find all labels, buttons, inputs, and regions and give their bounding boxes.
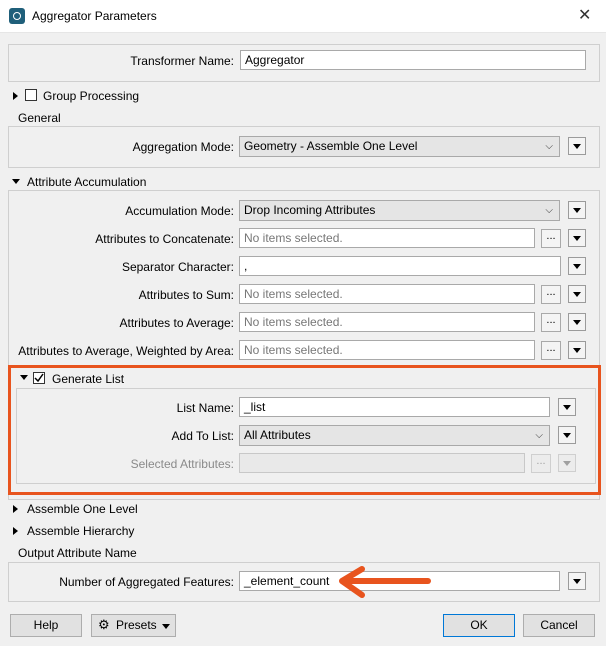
list-name-menu-button[interactable]	[558, 398, 576, 416]
concatenate-browse-button[interactable]: ...	[541, 229, 561, 248]
generate-list-title: Generate List	[52, 372, 125, 386]
transformer-name-label: Transformer Name:	[130, 54, 234, 68]
presets-label: Presets	[116, 618, 157, 632]
checkmark-icon	[34, 373, 44, 383]
selected-attributes-label: Selected Attributes:	[130, 457, 234, 471]
window-title: Aggregator Parameters	[32, 9, 157, 23]
list-name-label: List Name:	[176, 401, 234, 415]
selected-attributes-browse-button[interactable]: ...	[531, 454, 551, 473]
generate-list-checkbox[interactable]	[33, 372, 45, 384]
aggregation-mode-select[interactable]: Geometry - Assemble One Level ⌵	[239, 136, 560, 157]
separator-label: Separator Character:	[121, 260, 234, 274]
accumulation-mode-value: Drop Incoming Attributes	[244, 203, 376, 217]
transformer-name-input[interactable]: Aggregator	[240, 50, 586, 70]
concatenate-menu-button[interactable]	[568, 229, 586, 247]
aggregation-mode-value: Geometry - Assemble One Level	[244, 139, 418, 153]
ok-button[interactable]: OK	[443, 614, 515, 637]
sum-field[interactable]: No items selected.	[239, 284, 535, 304]
collapse-attribute-accumulation-icon[interactable]	[12, 179, 20, 184]
concatenate-label: Attributes to Concatenate:	[95, 232, 234, 246]
general-section-title: General	[18, 111, 61, 125]
expand-assemble-one-level-icon[interactable]	[13, 505, 18, 513]
close-icon[interactable]: ✕	[578, 5, 591, 25]
output-attribute-title: Output Attribute Name	[18, 546, 137, 560]
help-button[interactable]: Help	[10, 614, 82, 637]
accumulation-mode-menu-button[interactable]	[568, 201, 586, 219]
average-browse-button[interactable]: ...	[541, 313, 561, 332]
group-processing-checkbox[interactable]	[25, 89, 37, 101]
presets-dropdown-icon	[162, 624, 170, 629]
selected-attributes-menu-button[interactable]	[558, 454, 576, 472]
weighted-average-browse-button[interactable]: ...	[541, 341, 561, 360]
list-name-field[interactable]: _list	[239, 397, 550, 417]
expand-group-processing-icon[interactable]	[13, 92, 18, 100]
arrow-annotation-icon	[339, 566, 431, 598]
aggregated-count-label: Number of Aggregated Features:	[59, 575, 234, 589]
add-to-list-value: All Attributes	[244, 428, 311, 442]
gear-icon: ⚙	[98, 617, 110, 632]
aggregation-mode-menu-button[interactable]	[568, 137, 586, 155]
weighted-average-menu-button[interactable]	[568, 341, 586, 359]
aggregation-mode-label: Aggregation Mode:	[132, 140, 234, 154]
expand-assemble-hierarchy-icon[interactable]	[13, 527, 18, 535]
add-to-list-select[interactable]: All Attributes ⌵	[239, 425, 550, 446]
chevron-down-icon: ⌵	[545, 205, 553, 216]
collapse-generate-list-icon[interactable]	[20, 375, 28, 380]
sum-menu-button[interactable]	[568, 285, 586, 303]
sum-label: Attributes to Sum:	[138, 288, 234, 302]
group-processing-label: Group Processing	[43, 89, 140, 103]
weighted-average-label: Attributes to Average, Weighted by Area:	[18, 344, 234, 358]
fme-app-icon	[9, 8, 25, 24]
title-bar: Aggregator Parameters ✕	[0, 0, 606, 33]
attribute-accumulation-title: Attribute Accumulation	[27, 175, 147, 189]
chevron-down-icon: ⌵	[545, 141, 553, 152]
cancel-button[interactable]: Cancel	[523, 614, 595, 637]
weighted-average-field[interactable]: No items selected.	[239, 340, 535, 360]
add-to-list-label: Add To List:	[171, 429, 234, 443]
selected-attributes-field[interactable]	[239, 453, 525, 473]
average-label: Attributes to Average:	[119, 316, 234, 330]
sum-browse-button[interactable]: ...	[541, 285, 561, 304]
accumulation-mode-select[interactable]: Drop Incoming Attributes ⌵	[239, 200, 560, 221]
assemble-one-level-title[interactable]: Assemble One Level	[27, 502, 138, 516]
average-menu-button[interactable]	[568, 313, 586, 331]
accumulation-mode-label: Accumulation Mode:	[125, 204, 234, 218]
aggregated-count-menu-button[interactable]	[568, 572, 586, 590]
assemble-hierarchy-title[interactable]: Assemble Hierarchy	[27, 524, 134, 538]
add-to-list-menu-button[interactable]	[558, 426, 576, 444]
average-field[interactable]: No items selected.	[239, 312, 535, 332]
concatenate-field[interactable]: No items selected.	[239, 228, 535, 248]
separator-field[interactable]: ,	[239, 256, 561, 276]
presets-button[interactable]: ⚙ Presets	[91, 614, 176, 637]
chevron-down-icon: ⌵	[535, 430, 543, 441]
separator-menu-button[interactable]	[568, 257, 586, 275]
